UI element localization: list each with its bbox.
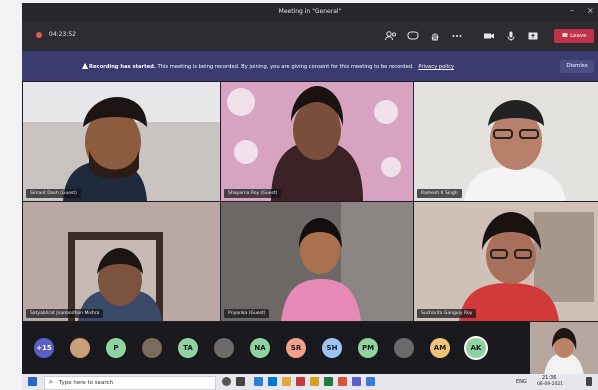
participant-avatar[interactable]: SH [322,338,342,358]
chat-icon[interactable] [406,29,420,43]
recording-indicator-icon [36,32,42,38]
search-icon: ⌕ [49,378,53,386]
participant-photo-avatar[interactable] [394,338,414,358]
participant-roster-strip: +15 P TA NA SR SH PM AM AK [22,322,598,375]
participant-video [221,82,413,201]
language-indicator[interactable]: ENG [516,379,527,385]
video-tile[interactable]: Sucharita Ganguly Roy [414,202,598,321]
participant-photo-avatar[interactable] [142,338,162,358]
video-tile[interactable]: Priyanka (Guest) [221,202,413,321]
privacy-policy-link[interactable]: Privacy policy [418,64,454,70]
microphone-icon[interactable] [504,29,518,43]
notification-icon[interactable] [586,377,592,386]
participants-icon[interactable] [384,29,398,43]
participant-name: Sucharita Ganguly Roy [417,309,477,318]
participant-video [414,82,598,201]
video-tile[interactable]: Shaparna Roy (Guest) [221,82,413,201]
window-title: Meeting in "General" [278,8,342,15]
chrome-icon[interactable] [338,377,347,386]
participant-photo-avatar[interactable] [70,338,90,358]
share-screen-icon[interactable] [526,29,540,43]
store-icon[interactable] [268,377,277,386]
word-icon[interactable] [366,377,375,386]
recording-message: Recording has started. This meeting is b… [86,64,454,70]
meeting-timer: 04:23:52 [49,31,76,38]
participant-avatar[interactable]: +15 [34,338,54,358]
leave-button-label: Leave [570,33,587,39]
phone-hangup-icon: ☎ [561,33,571,39]
participant-name: Priyanka (Guest) [224,309,270,318]
meeting-toolbar: 04:23:52 ☎ Leave [22,21,598,51]
participant-avatar[interactable]: NA [250,338,270,358]
raise-hand-icon[interactable] [428,29,442,43]
cortana-icon[interactable] [222,377,231,386]
participant-avatar[interactable]: AM [430,338,450,358]
participant-video [23,202,220,321]
participant-video [414,202,598,321]
edge-icon[interactable] [254,377,263,386]
windows-taskbar: ⌕ Type here to search ENG 21:36 08-09-20… [22,374,598,390]
leave-button[interactable]: ☎ Leave [554,29,594,43]
video-tile[interactable]: Simant Dash (Guest) [23,82,220,201]
file-explorer-icon[interactable] [282,377,291,386]
recording-text: This meeting is being recorded. By joini… [157,64,414,70]
teams-meeting-window: Meeting in "General" – × 04:23:52 ☎ Leav… [22,3,598,375]
participant-avatar[interactable]: SR [286,338,306,358]
recording-banner: ▲ Recording has started. This meeting is… [22,51,598,81]
video-tile[interactable]: Satyabhrat Jnanbodhan Mishra [23,202,220,321]
participant-avatar[interactable]: PM [358,338,378,358]
windows-start-icon[interactable] [28,377,37,386]
search-placeholder: Type here to search [59,380,114,386]
taskbar-search[interactable]: ⌕ Type here to search [44,376,216,390]
app-icon[interactable] [296,377,305,386]
participant-avatar[interactable]: TA [178,338,198,358]
more-actions-icon[interactable] [450,29,464,43]
recording-heading: Recording has started. [89,64,156,70]
title-bar: Meeting in "General" – × [22,3,598,21]
task-view-icon[interactable] [236,377,245,386]
excel-icon[interactable] [324,377,333,386]
participant-name: Shaparna Roy (Guest) [224,189,282,198]
camera-icon[interactable] [482,29,496,43]
participant-video [23,82,220,201]
participant-video [221,202,413,321]
video-tile[interactable]: Ramesh K Singh [414,82,598,201]
participant-avatar[interactable]: AK [466,338,486,358]
close-icon[interactable]: × [587,6,594,15]
minimize-icon[interactable]: – [570,6,574,15]
participant-name: Simant Dash (Guest) [26,189,81,198]
participant-avatar[interactable]: P [106,338,126,358]
app-icon[interactable] [310,377,319,386]
self-view-video [530,322,598,375]
participant-name: Satyabhrat Jnanbodhan Mishra [26,309,104,318]
participant-name: Ramesh K Singh [417,189,462,198]
participant-photo-avatar[interactable] [214,338,234,358]
self-view [530,322,598,375]
taskbar-date[interactable]: 08-09-2021 [537,382,563,387]
taskbar-time[interactable]: 21:36 [542,375,556,381]
dismiss-button[interactable]: Dismiss [560,60,594,73]
teams-icon[interactable] [352,377,361,386]
